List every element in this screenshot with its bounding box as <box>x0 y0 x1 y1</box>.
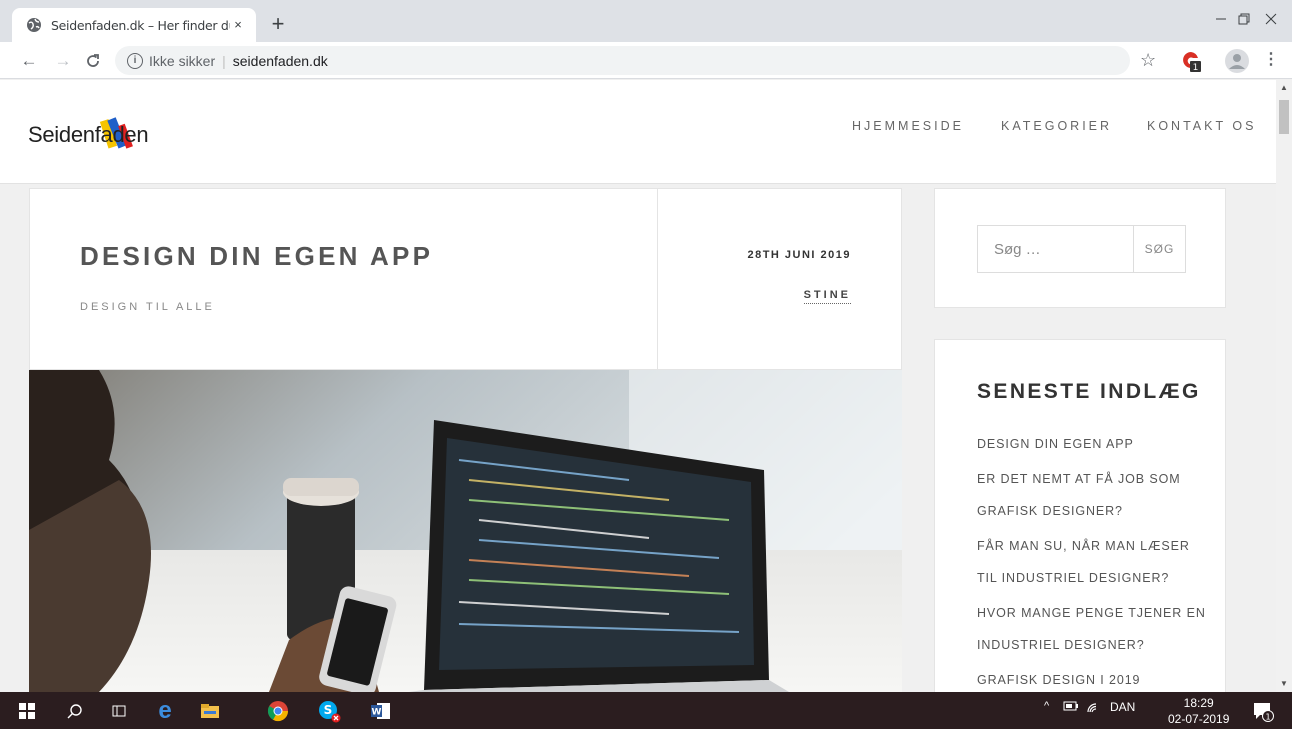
profile-avatar[interactable] <box>1225 49 1249 73</box>
logo-text: Seidenfaden <box>28 122 149 147</box>
nav-item-hjemmeside[interactable]: HJEMMESIDE <box>852 119 964 133</box>
scroll-thumb[interactable] <box>1279 100 1289 134</box>
task-view-icon[interactable] <box>106 698 132 724</box>
wifi-icon[interactable] <box>1086 700 1102 717</box>
search-input[interactable] <box>978 226 1133 272</box>
browser-tab[interactable]: Seidenfaden.dk – Her finder du a × <box>12 8 256 42</box>
recent-post-link[interactable]: ER DET NEMT AT FÅ JOB SOM GRAFISK DESIGN… <box>977 463 1213 527</box>
bookmark-star-icon[interactable]: ☆ <box>1140 50 1156 71</box>
tab-strip: Seidenfaden.dk – Her finder du a × + <box>0 0 1292 42</box>
article-title[interactable]: DESIGN DIN EGEN APP <box>80 241 433 272</box>
article-date: 28TH JUNI 2019 <box>747 249 851 261</box>
language-indicator[interactable]: DAN <box>1110 700 1135 714</box>
reload-icon[interactable] <box>80 48 106 74</box>
taskbar-clock[interactable]: 18:29 02-07-2019 <box>1168 695 1229 727</box>
notification-center-icon[interactable]: 1 <box>1250 698 1276 724</box>
page-scrollbar[interactable]: ▲ ▼ <box>1276 80 1292 692</box>
scroll-down-arrow-icon[interactable]: ▼ <box>1276 676 1292 692</box>
svg-text:S: S <box>324 703 333 717</box>
recent-posts-widget: SENESTE INDLÆG DESIGN DIN EGEN APP ER DE… <box>934 339 1226 692</box>
url-separator: | <box>222 52 226 69</box>
notification-count: 1 <box>1265 713 1270 722</box>
scroll-up-arrow-icon[interactable]: ▲ <box>1276 80 1292 96</box>
site-logo[interactable]: Seidenfaden <box>28 117 149 149</box>
word-icon[interactable]: W <box>368 698 394 724</box>
clock-time: 18:29 <box>1183 696 1214 710</box>
article-category[interactable]: DESIGN TIL ALLE <box>80 301 215 313</box>
extension-icon[interactable]: 1 <box>1180 50 1202 73</box>
clock-date: 02-07-2019 <box>1168 712 1230 726</box>
article-author[interactable]: STINE <box>803 289 851 304</box>
search-icon[interactable] <box>62 698 88 724</box>
windows-taskbar: e S W ^ DAN 18:29 02-07-2019 1 <box>0 692 1292 729</box>
browser-toolbar: ← → i Ikke sikker | seidenfaden.dk <box>0 42 1292 79</box>
search-button[interactable]: SØG <box>1133 226 1185 272</box>
edge-browser-icon[interactable]: e <box>152 697 178 724</box>
info-icon[interactable]: i <box>127 52 143 69</box>
skype-icon[interactable]: S <box>316 698 342 724</box>
extension-badge: 1 <box>1193 63 1199 72</box>
web-page: Seidenfaden HJEMMESIDE KATEGORIER KONTAK… <box>0 80 1276 692</box>
url-text: seidenfaden.dk <box>232 52 328 69</box>
search-widget: SØG <box>934 188 1226 308</box>
forward-icon[interactable]: → <box>50 48 76 74</box>
recent-post-link[interactable]: FÅR MAN SU, NÅR MAN LÆSER TIL INDUSTRIEL… <box>977 530 1213 594</box>
not-secure-label: Ikke sikker <box>149 52 216 69</box>
tab-title: Seidenfaden.dk – Her finder du a <box>51 17 230 33</box>
search-form: SØG <box>977 225 1186 273</box>
battery-icon[interactable] <box>1063 700 1079 715</box>
recent-posts-list: DESIGN DIN EGEN APP ER DET NEMT AT FÅ JO… <box>977 428 1213 692</box>
header-divider <box>657 189 658 369</box>
svg-text:W: W <box>372 708 382 718</box>
tab-close-icon[interactable]: × <box>230 17 246 33</box>
nav-item-kontakt-os[interactable]: KONTAKT OS <box>1147 119 1256 133</box>
nav-item-kategorier[interactable]: KATEGORIER <box>1001 119 1112 133</box>
menu-dots-icon[interactable]: ⋮ <box>1263 49 1279 69</box>
windows-start-icon[interactable] <box>14 698 40 724</box>
address-bar[interactable]: i Ikke sikker | seidenfaden.dk <box>115 46 1130 75</box>
file-explorer-icon[interactable] <box>197 698 223 724</box>
new-tab-button[interactable]: + <box>266 13 290 37</box>
close-window-icon[interactable] <box>1248 0 1292 42</box>
recent-post-link[interactable]: DESIGN DIN EGEN APP <box>977 428 1213 460</box>
recent-post-link[interactable]: HVOR MANGE PENGE TJENER EN INDUSTRIEL DE… <box>977 597 1213 661</box>
show-hidden-icons-icon[interactable]: ^ <box>1044 700 1049 712</box>
site-header: Seidenfaden HJEMMESIDE KATEGORIER KONTAK… <box>0 80 1276 184</box>
back-icon[interactable]: ← <box>16 48 42 74</box>
article-header: DESIGN DIN EGEN APP DESIGN TIL ALLE 28TH… <box>29 188 902 370</box>
chrome-icon[interactable] <box>265 698 291 724</box>
globe-icon <box>26 17 42 33</box>
recent-posts-title: SENESTE INDLÆG <box>977 380 1201 403</box>
recent-post-link[interactable]: GRAFISK DESIGN I 2019 <box>977 664 1213 692</box>
article-hero-image <box>29 370 902 692</box>
